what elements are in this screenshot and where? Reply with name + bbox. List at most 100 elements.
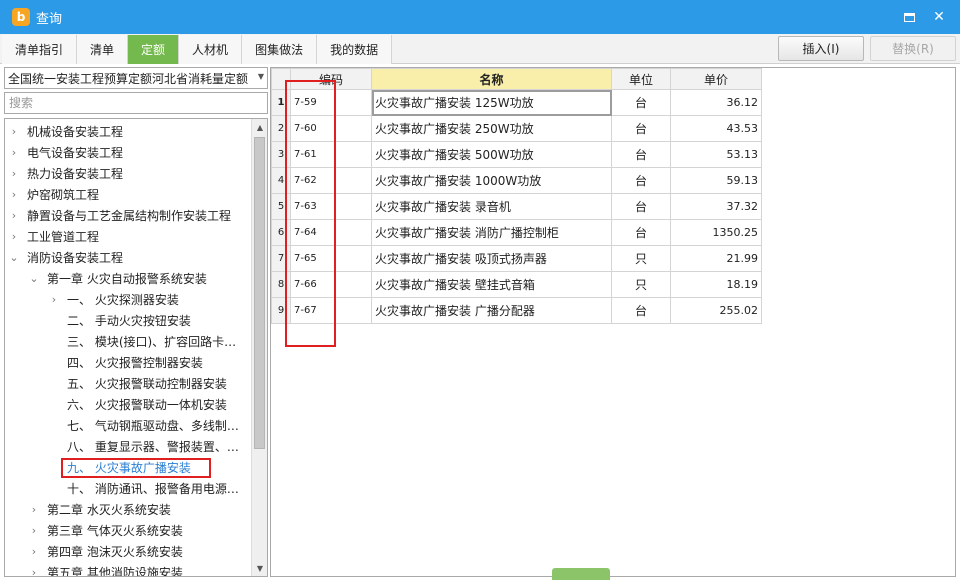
price-cell[interactable]: 18.19 (670, 271, 762, 298)
price-cell[interactable]: 59.13 (670, 167, 762, 194)
name-cell[interactable]: 火灾事故广播安装 125W功放 (371, 89, 612, 116)
left-panel: 全国统一安装工程预算定额河北省消耗量定额 ▼ ▲ ▼ › 机械设备安装工程 › 电气设… (4, 67, 268, 577)
chevron-down-icon[interactable]: ⌄ (29, 272, 39, 285)
table-row[interactable]: 9 7-67 火灾事故广播安装 广播分配器台 255.02 (271, 297, 762, 324)
chevron-right-icon[interactable]: › (9, 230, 19, 243)
tree-item[interactable]: ›八、 重复显示器、警报装置、… (5, 436, 251, 457)
price-cell[interactable]: 43.53 (670, 115, 762, 142)
unit-cell[interactable]: 台 (611, 219, 671, 246)
tree-item[interactable]: › 热力设备安装工程 (5, 163, 251, 184)
price-cell[interactable]: 53.13 (670, 141, 762, 168)
tree-item[interactable]: ›六、 火灾报警联动一体机安装 (5, 394, 251, 415)
chevron-right-icon[interactable]: › (9, 209, 19, 222)
chevron-right-icon[interactable]: › (29, 566, 39, 576)
table-row[interactable]: 4 7-62 火灾事故广播安装 1000W功放台 59.13 (271, 167, 762, 194)
table-row[interactable]: 7 7-65 火灾事故广播安装 吸顶式扬声器只 21.99 (271, 245, 762, 272)
unit-cell[interactable]: 台 (611, 115, 671, 142)
unit-cell[interactable]: 台 (611, 89, 671, 116)
tree-item[interactable]: › 第三章 气体灭火系统安装 (5, 520, 251, 541)
bottom-expand-handle[interactable] (552, 568, 610, 580)
tree-item[interactable]: ›五、 火灾报警联动控制器安装 (5, 373, 251, 394)
unit-cell[interactable]: 只 (611, 245, 671, 272)
tree-item[interactable]: › 第二章 水灭火系统安装 (5, 499, 251, 520)
chevron-down-icon[interactable]: ▼ (255, 72, 264, 81)
name-header[interactable]: 名称 (371, 68, 612, 90)
tree-item[interactable]: › 机械设备安装工程 (5, 121, 251, 142)
tree-item-label: 第二章 水灭火系统安装 (47, 503, 171, 517)
chevron-right-icon[interactable]: › (29, 503, 39, 516)
unit-cell[interactable]: 台 (611, 167, 671, 194)
price-cell[interactable]: 37.32 (670, 193, 762, 220)
name-cell[interactable]: 火灾事故广播安装 1000W功放 (371, 167, 612, 194)
price-cell[interactable]: 21.99 (670, 245, 762, 272)
tree-item-label: 工业管道工程 (27, 230, 100, 244)
quota-library-select[interactable]: 全国统一安装工程预算定额河北省消耗量定额 ▼ (4, 67, 268, 89)
tab-0[interactable]: 清单指引 (2, 35, 78, 64)
chevron-right-icon[interactable]: › (9, 146, 19, 159)
tree-item[interactable]: ›二、 手动火灾按钮安装 (5, 310, 251, 331)
tree-item[interactable]: › 电气设备安装工程 (5, 142, 251, 163)
name-cell[interactable]: 火灾事故广播安装 250W功放 (371, 115, 612, 142)
tree-item[interactable]: › 工业管道工程 (5, 226, 251, 247)
name-cell[interactable]: 火灾事故广播安装 广播分配器 (371, 297, 612, 324)
name-cell[interactable]: 火灾事故广播安装 壁挂式音箱 (371, 271, 612, 298)
search-input[interactable] (5, 93, 267, 113)
name-cell[interactable]: 火灾事故广播安装 消防广播控制柜 (371, 219, 612, 246)
price-header[interactable]: 单价 (670, 68, 762, 90)
table-row[interactable]: 8 7-66 火灾事故广播安装 壁挂式音箱只 18.19 (271, 271, 762, 298)
tab-list: 清单指引 清单 定额 人材机 图集做法 我的数据 (2, 35, 393, 64)
chevron-right-icon[interactable]: › (9, 167, 19, 180)
tab-2[interactable]: 定额 (128, 35, 180, 64)
chevron-right-icon[interactable]: › (9, 188, 19, 201)
maximize-icon[interactable] (898, 6, 920, 28)
tree-item[interactable]: › 一、 火灾探测器安装 (5, 289, 251, 310)
tab-5[interactable]: 我的数据 (317, 35, 393, 64)
table-row[interactable]: 2 7-60 火灾事故广播安装 250W功放台 43.53 (271, 115, 762, 142)
tree-item[interactable]: ›七、 气动钢瓶驱动盘、多线制… (5, 415, 251, 436)
table-row[interactable]: 3 7-61 火灾事故广播安装 500W功放台 53.13 (271, 141, 762, 168)
price-cell[interactable]: 1350.25 (670, 219, 762, 246)
chevron-down-icon[interactable]: ⌄ (9, 251, 19, 264)
chevron-right-icon[interactable]: › (29, 524, 39, 537)
tree-item[interactable]: › 第四章 泡沫灭火系统安装 (5, 541, 251, 562)
scroll-thumb[interactable] (254, 137, 265, 449)
tree-item[interactable]: › 炉窑砌筑工程 (5, 184, 251, 205)
close-icon[interactable]: ✕ (928, 6, 950, 28)
tree-item[interactable]: ›三、 模块(接口)、扩容回路卡… (5, 331, 251, 352)
unit-cell[interactable]: 台 (611, 141, 671, 168)
price-cell[interactable]: 36.12 (670, 89, 762, 116)
table-row[interactable]: 6 7-64 火灾事故广播安装 消防广播控制柜台 1350.25 (271, 219, 762, 246)
tree-item-label: 静置设备与工艺金属结构制作安装工程 (27, 209, 232, 223)
tab-4[interactable]: 图集做法 (242, 35, 318, 64)
name-cell[interactable]: 火灾事故广播安装 录音机 (371, 193, 612, 220)
scroll-down-icon[interactable]: ▼ (252, 560, 267, 576)
name-cell[interactable]: 火灾事故广播安装 吸顶式扬声器 (371, 245, 612, 272)
tree-scrollbar[interactable]: ▲ ▼ (251, 119, 267, 576)
tree-item-label: 第三章 气体灭火系统安装 (47, 524, 183, 538)
tree-item[interactable]: › 静置设备与工艺金属结构制作安装工程 (5, 205, 251, 226)
unit-header[interactable]: 单位 (611, 68, 671, 90)
scroll-up-icon[interactable]: ▲ (252, 119, 267, 135)
table-row[interactable]: 5 7-63 火灾事故广播安装 录音机台 37.32 (271, 193, 762, 220)
chevron-right-icon[interactable]: › (49, 293, 59, 306)
tree-item[interactable]: ⌄ 消防设备安装工程 (5, 247, 251, 268)
tree-item[interactable]: ›四、 火灾报警控制器安装 (5, 352, 251, 373)
unit-cell[interactable]: 台 (611, 297, 671, 324)
insert-button[interactable]: 插入(I) (778, 36, 864, 61)
replace-button[interactable]: 替换(R) (870, 36, 956, 61)
tab-1[interactable]: 清单 (77, 35, 129, 64)
tree-item[interactable]: › 第五章 其他消防设施安装 (5, 562, 251, 577)
name-cell[interactable]: 火灾事故广播安装 500W功放 (371, 141, 612, 168)
tab-3[interactable]: 人材机 (179, 35, 243, 64)
chevron-right-icon[interactable]: › (9, 125, 19, 138)
tree-item[interactable]: ›十、 消防通讯、报警备用电源… (5, 478, 251, 499)
chevron-right-icon[interactable]: › (29, 545, 39, 558)
table-row[interactable]: 1 7-59 火灾事故广播安装 125W功放台 36.12 (271, 89, 762, 116)
price-cell[interactable]: 255.02 (670, 297, 762, 324)
tree-item-label: 五、 火灾报警联动控制器安装 (67, 377, 227, 391)
search-field[interactable] (4, 92, 268, 114)
tree-item[interactable]: ⌄ 第一章 火灾自动报警系统安装 (5, 268, 251, 289)
unit-cell[interactable]: 台 (611, 193, 671, 220)
unit-cell[interactable]: 只 (611, 271, 671, 298)
tree-item-label: 第五章 其他消防设施安装 (47, 566, 183, 577)
